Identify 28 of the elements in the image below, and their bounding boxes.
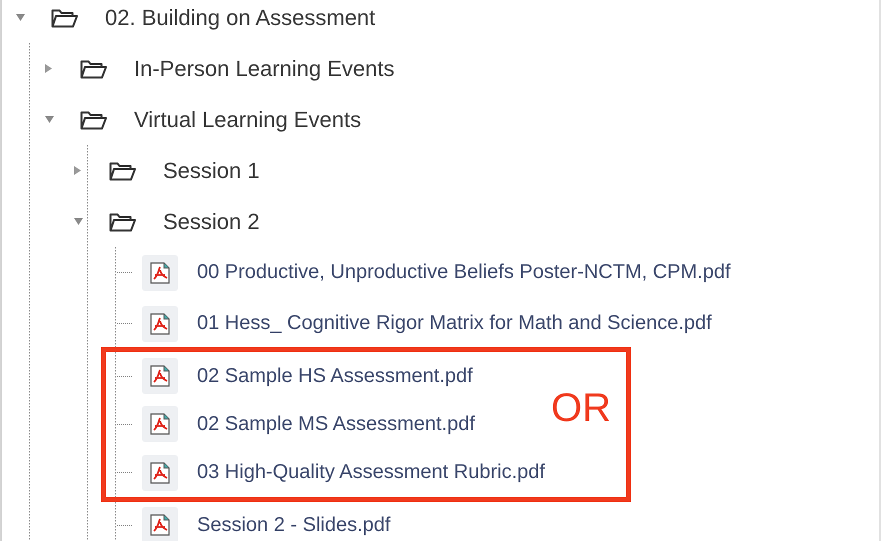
pdf-file-icon <box>142 507 178 541</box>
folder-label[interactable]: Session 1 <box>163 158 260 184</box>
folder-icon <box>51 8 78 28</box>
file-link[interactable]: 02 Sample MS Assessment.pdf <box>197 412 475 436</box>
file-link[interactable]: 03 High-Quality Assessment Rubric.pdf <box>197 461 545 484</box>
folder-label[interactable]: 02. Building on Assessment <box>105 4 376 30</box>
pdf-file-icon <box>142 454 178 491</box>
pdf-file-icon <box>142 254 178 290</box>
expand-arrow-icon[interactable] <box>45 64 52 73</box>
folder-icon <box>109 160 136 180</box>
pdf-file-icon <box>142 406 178 442</box>
file-link[interactable]: 01 Hess_ Cognitive Rigor Matrix for Math and Science.pdf <box>197 312 712 335</box>
file-link[interactable]: 02 Sample HS Assessment.pdf <box>197 364 473 388</box>
file-link[interactable]: Session 2 - Slides.pdf <box>197 514 390 537</box>
file-link[interactable]: 00 Productive, Unproductive Beliefs Poster-NCTM, CPM.pdf <box>197 261 731 284</box>
folder-label[interactable]: Virtual Learning Events <box>134 106 362 132</box>
folder-icon <box>80 110 107 130</box>
expand-arrow-icon[interactable] <box>74 166 81 175</box>
collapse-arrow-icon[interactable] <box>16 14 25 21</box>
folder-icon <box>109 212 136 232</box>
collapse-arrow-icon[interactable] <box>45 116 54 123</box>
collapse-arrow-icon[interactable] <box>74 218 83 225</box>
folder-label[interactable]: Session 2 <box>163 208 260 234</box>
pdf-file-icon <box>142 358 178 394</box>
annotation-label: OR <box>551 386 611 431</box>
pdf-file-icon <box>142 306 178 342</box>
folder-label[interactable]: In-Person Learning Events <box>134 56 394 82</box>
folder-icon <box>80 58 107 78</box>
